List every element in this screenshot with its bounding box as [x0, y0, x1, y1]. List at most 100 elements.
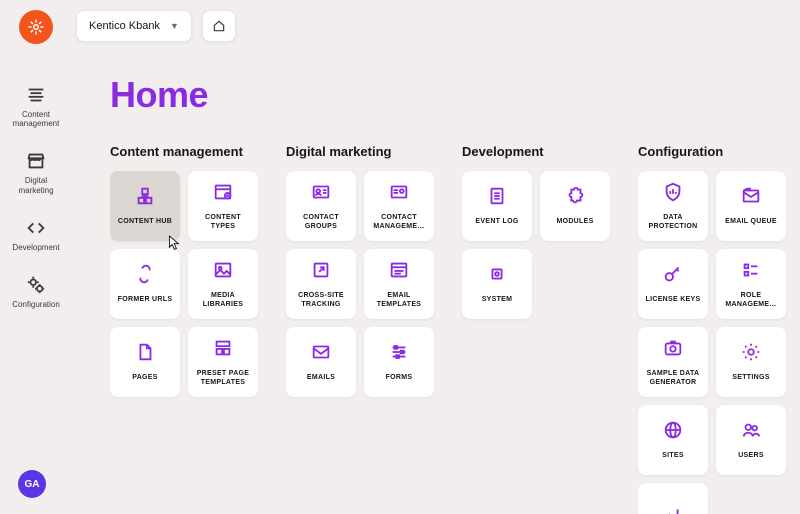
tile-settings[interactable]: SETTINGS [716, 327, 786, 397]
external-icon [310, 259, 332, 292]
rail-item-label: Development [12, 243, 59, 252]
tile-former-urls[interactable]: FORMER URLS [110, 249, 180, 319]
tile-email-queue[interactable]: EMAIL QUEUE [716, 171, 786, 241]
tile-data-protection[interactable]: DATA PROTECTION [638, 171, 708, 241]
mail-folder-icon [740, 185, 762, 218]
list-doc-icon [486, 185, 508, 218]
link-broken-icon [134, 263, 156, 296]
app-logo[interactable] [19, 10, 53, 44]
key-icon [662, 263, 684, 296]
tile-forms[interactable]: FORMS [364, 327, 434, 397]
section-development: Development EVENT LOG MODULES SYSTEM [462, 144, 610, 319]
rail-item-configuration[interactable]: Configuration [6, 274, 66, 309]
page-title: Home [110, 74, 800, 116]
tile-label: LICENSE KEYS [646, 296, 701, 304]
left-rail: Contentmanagement Digitalmarketing Develop… [0, 0, 72, 514]
sliders-icon [388, 341, 410, 374]
tile-license-keys[interactable]: LICENSE KEYS [638, 249, 708, 319]
globe-icon [662, 419, 684, 452]
chip-icon [486, 263, 508, 296]
tile-preset-page-templates[interactable]: PRESET PAGE TEMPLATES [188, 327, 258, 397]
tile-cross-site-tracking[interactable]: CROSS-SITE TRACKING [286, 249, 356, 319]
rail-item-digital-marketing[interactable]: Digitalmarketing [6, 150, 66, 194]
cube-grid-icon [134, 185, 156, 218]
tile-label: EMAIL TEMPLATES [368, 292, 430, 308]
tile-event-log[interactable]: EVENT LOG [462, 171, 532, 241]
tile-label: SETTINGS [732, 374, 769, 382]
tile-sections: Content management CONTENT HUB CONTENT TYP… [110, 144, 800, 514]
return-icon [662, 502, 684, 514]
tile-label: EMAIL QUEUE [725, 218, 777, 226]
chevron-down-icon: ▼ [170, 21, 179, 31]
puzzle-icon [564, 185, 586, 218]
rail-item-label: Configuration [12, 300, 60, 309]
tile-label: SITES [662, 452, 684, 460]
tile-grid: EVENT LOG MODULES SYSTEM [462, 171, 610, 319]
section-title: Digital marketing [286, 144, 434, 159]
tile-sample-data-generator[interactable]: SAMPLE DATA GENERATOR [638, 327, 708, 397]
tile-label: FORMER URLS [118, 296, 173, 304]
site-selector[interactable]: Kentico Kbank ▼ [76, 10, 192, 42]
users-icon [740, 419, 762, 452]
tile-grid: DATA PROTECTION EMAIL QUEUE LICENSE KEYS RO… [638, 171, 786, 514]
page-icon [134, 341, 156, 374]
tile-content-hub[interactable]: CONTENT HUB [110, 171, 180, 241]
tile-media-libraries[interactable]: MEDIA LIBRARIES [188, 249, 258, 319]
tile-label: CONTENT TYPES [192, 214, 254, 230]
tile-label: USERS [738, 452, 764, 460]
top-bar: Kentico Kbank ▼ [76, 10, 236, 42]
tile-content-types[interactable]: CONTENT TYPES [188, 171, 258, 241]
section-title: Development [462, 144, 610, 159]
tile-label: DATA PROTECTION [642, 214, 704, 230]
tile-system[interactable]: SYSTEM [462, 249, 532, 319]
id-card-alt-icon [388, 181, 410, 214]
tile-label: CROSS-SITE TRACKING [290, 292, 352, 308]
tile-contact-management[interactable]: CONTACT MANAGEME… [364, 171, 434, 241]
rail-item-content-management[interactable]: Contentmanagement [6, 84, 66, 128]
image-icon [212, 259, 234, 292]
tile-label: CONTACT MANAGEME… [368, 214, 430, 230]
shield-chart-icon [662, 181, 684, 214]
tile-users[interactable]: USERS [716, 405, 786, 475]
section-digital-marketing: Digital marketing CONTACT GROUPS CONTACT M… [286, 144, 434, 397]
tile-modules[interactable]: MODULES [540, 171, 610, 241]
tile-role-management[interactable]: ROLE MANAGEME… [716, 249, 786, 319]
tile-contact-groups[interactable]: CONTACT GROUPS [286, 171, 356, 241]
tile-label: EVENT LOG [475, 218, 518, 226]
section-content-management: Content management CONTENT HUB CONTENT TYP… [110, 144, 258, 397]
tile-label: ROLE MANAGEME… [720, 292, 782, 308]
tile-label: EMAILS [307, 374, 335, 382]
mail-icon [310, 341, 332, 374]
mail-lines-icon [388, 259, 410, 292]
tile-sites[interactable]: SITES [638, 405, 708, 475]
id-card-icon [310, 181, 332, 214]
tile-more[interactable] [638, 483, 708, 514]
section-title: Content management [110, 144, 258, 159]
template-icon [212, 337, 234, 370]
home-button[interactable] [202, 10, 236, 42]
tile-label: SYSTEM [482, 296, 513, 304]
tile-email-templates[interactable]: EMAIL TEMPLATES [364, 249, 434, 319]
section-configuration: ConfigurationDATA PROTECTIONEMAIL QUEUEL… [638, 144, 786, 514]
main-content: Home Content managementCONTENT HUBCONTEN… [110, 74, 800, 514]
rail-item-label: Contentmanagement [13, 110, 60, 128]
gear-icon [740, 341, 762, 374]
tile-label: FORMS [386, 374, 413, 382]
checklist-icon [740, 259, 762, 292]
rail-item-label: Digitalmarketing [18, 176, 53, 194]
tile-label: SAMPLE DATA GENERATOR [642, 370, 704, 386]
tile-label: MEDIA LIBRARIES [192, 292, 254, 308]
tile-pages[interactable]: PAGES [110, 327, 180, 397]
tile-grid: CONTENT HUB CONTENT TYPES FORMER URLS MEDIA… [110, 171, 258, 397]
tile-emails[interactable]: EMAILS [286, 327, 356, 397]
tile-label: CONTENT HUB [118, 218, 172, 226]
tile-label: PRESET PAGE TEMPLATES [192, 370, 254, 386]
tile-label: MODULES [556, 218, 593, 226]
tile-grid: CONTACT GROUPS CONTACT MANAGEME… CROSS-SIT… [286, 171, 434, 397]
rail-item-development[interactable]: Development [6, 217, 66, 252]
tile-label: PAGES [132, 374, 158, 382]
user-avatar[interactable]: GA [18, 470, 46, 498]
tile-label: CONTACT GROUPS [290, 214, 352, 230]
window-plus-icon [212, 181, 234, 214]
camera-icon [662, 337, 684, 370]
